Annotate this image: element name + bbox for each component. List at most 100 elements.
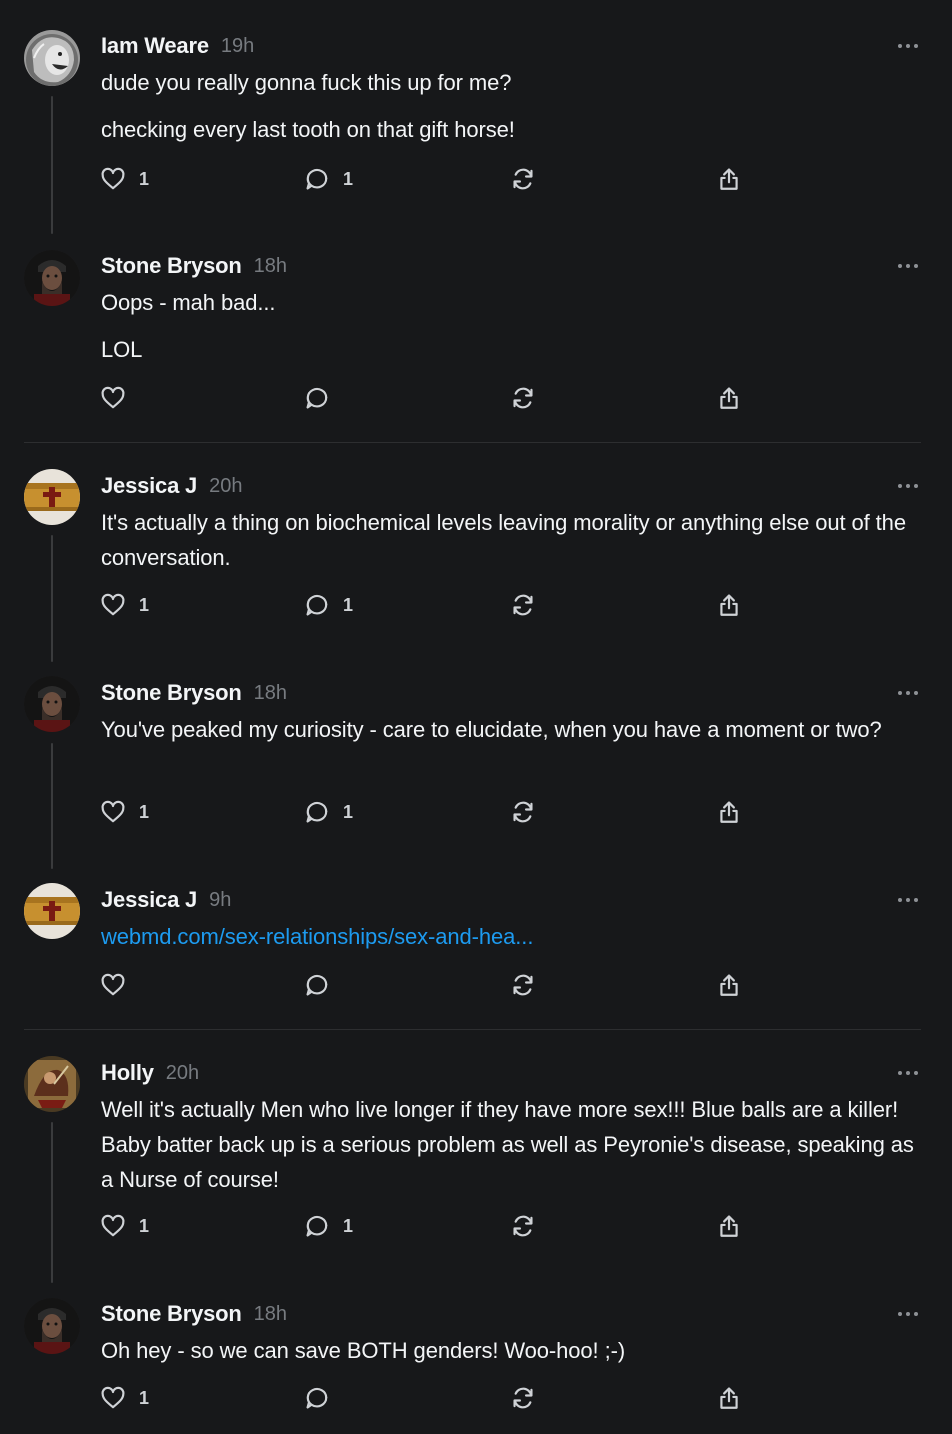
post-actions: 1 1 bbox=[100, 165, 760, 193]
avatar[interactable] bbox=[24, 676, 80, 732]
repost-button[interactable] bbox=[510, 971, 536, 999]
reply-button[interactable]: 1 bbox=[304, 1212, 353, 1240]
heart-icon bbox=[100, 592, 126, 618]
reply-button[interactable]: 1 bbox=[304, 165, 353, 193]
share-button[interactable] bbox=[716, 1212, 742, 1240]
post-time[interactable]: 18h bbox=[254, 1303, 287, 1326]
like-count: 1 bbox=[139, 168, 150, 189]
share-button[interactable] bbox=[716, 165, 742, 193]
post-actions: 1 1 bbox=[100, 1212, 760, 1240]
share-button[interactable] bbox=[716, 591, 742, 619]
thread-line bbox=[51, 743, 53, 869]
more-options-icon[interactable] bbox=[898, 1310, 918, 1318]
reply-button[interactable] bbox=[304, 1384, 330, 1412]
like-button[interactable]: 1 bbox=[100, 798, 149, 826]
comment-icon bbox=[304, 1385, 330, 1411]
like-count: 1 bbox=[139, 594, 150, 615]
like-button[interactable]: 1 bbox=[100, 591, 149, 619]
like-count: 1 bbox=[139, 801, 150, 822]
like-button[interactable]: 1 bbox=[100, 1212, 149, 1240]
post-text: You've peaked my curiosity - care to elu… bbox=[101, 717, 882, 742]
reply-button[interactable]: 1 bbox=[304, 798, 353, 826]
author-name[interactable]: Holly bbox=[101, 1060, 154, 1086]
share-button[interactable] bbox=[716, 971, 742, 999]
author-name[interactable]: Iam Weare bbox=[101, 33, 209, 59]
reply-count: 1 bbox=[343, 594, 354, 615]
avatar[interactable] bbox=[24, 469, 80, 525]
heart-icon bbox=[100, 1213, 126, 1239]
avatar[interactable] bbox=[24, 250, 80, 306]
more-options-icon[interactable] bbox=[898, 689, 918, 697]
share-button[interactable] bbox=[716, 798, 742, 826]
post-time[interactable]: 19h bbox=[221, 35, 254, 58]
like-button[interactable] bbox=[100, 384, 126, 412]
post-actions: 1 bbox=[100, 1384, 760, 1412]
comment-icon bbox=[304, 972, 330, 998]
bearded-man-avatar-icon bbox=[24, 1298, 80, 1354]
like-button[interactable] bbox=[100, 971, 126, 999]
repost-button[interactable] bbox=[510, 591, 536, 619]
avatar[interactable] bbox=[24, 1056, 80, 1112]
post-time[interactable]: 20h bbox=[166, 1062, 199, 1085]
heart-icon bbox=[100, 385, 126, 411]
repost-icon bbox=[510, 1213, 536, 1239]
post-paragraph: checking every last tooth on that gift h… bbox=[101, 117, 515, 142]
like-button[interactable]: 1 bbox=[100, 165, 149, 193]
reply-count: 1 bbox=[343, 801, 354, 822]
share-icon bbox=[716, 1213, 742, 1239]
reply-button[interactable] bbox=[304, 384, 330, 412]
more-options-icon[interactable] bbox=[898, 42, 918, 50]
more-options-icon[interactable] bbox=[898, 896, 918, 904]
post-time[interactable]: 18h bbox=[254, 682, 287, 705]
like-button[interactable]: 1 bbox=[100, 1384, 149, 1412]
more-options-icon[interactable] bbox=[898, 262, 918, 270]
share-icon bbox=[716, 385, 742, 411]
avatar[interactable] bbox=[24, 883, 80, 939]
share-icon bbox=[716, 592, 742, 618]
repost-icon bbox=[510, 1385, 536, 1411]
repost-icon bbox=[510, 799, 536, 825]
avatar[interactable] bbox=[24, 1298, 80, 1354]
heart-icon bbox=[100, 972, 126, 998]
reply-button[interactable] bbox=[304, 971, 330, 999]
share-button[interactable] bbox=[716, 1384, 742, 1412]
post-time[interactable]: 9h bbox=[209, 889, 231, 912]
more-options-icon[interactable] bbox=[898, 482, 918, 490]
like-count: 1 bbox=[139, 1215, 150, 1236]
repost-button[interactable] bbox=[510, 1212, 536, 1240]
heart-icon bbox=[100, 166, 126, 192]
post-paragraph: LOL bbox=[101, 337, 143, 362]
comment-icon bbox=[304, 592, 330, 618]
repost-icon bbox=[510, 592, 536, 618]
divider bbox=[24, 1029, 921, 1030]
painting-avatar-icon bbox=[24, 1056, 80, 1112]
reply-button[interactable]: 1 bbox=[304, 591, 353, 619]
repost-button[interactable] bbox=[510, 1384, 536, 1412]
like-count: 1 bbox=[139, 1387, 150, 1408]
post-paragraph: dude you really gonna fuck this up for m… bbox=[101, 70, 512, 95]
thread-line bbox=[51, 96, 53, 234]
repost-button[interactable] bbox=[510, 384, 536, 412]
thread-line bbox=[51, 1122, 53, 1283]
author-name[interactable]: Stone Bryson bbox=[101, 680, 242, 706]
repost-button[interactable] bbox=[510, 798, 536, 826]
author-name[interactable]: Stone Bryson bbox=[101, 253, 242, 279]
share-icon bbox=[716, 166, 742, 192]
more-options-icon[interactable] bbox=[898, 1069, 918, 1077]
author-name[interactable]: Jessica J bbox=[101, 887, 197, 913]
share-icon bbox=[716, 1385, 742, 1411]
repost-icon bbox=[510, 385, 536, 411]
post-link[interactable]: webmd.com/sex-relationships/sex-and-hea.… bbox=[101, 924, 533, 949]
post-time[interactable]: 20h bbox=[209, 475, 242, 498]
post-time[interactable]: 18h bbox=[254, 255, 287, 278]
author-name[interactable]: Stone Bryson bbox=[101, 1301, 242, 1327]
cross-book-avatar-icon bbox=[24, 883, 80, 939]
comment-icon bbox=[304, 166, 330, 192]
avatar[interactable] bbox=[24, 30, 80, 86]
author-name[interactable]: Jessica J bbox=[101, 473, 197, 499]
bearded-man-avatar-icon bbox=[24, 250, 80, 306]
repost-button[interactable] bbox=[510, 165, 536, 193]
heart-icon bbox=[100, 1385, 126, 1411]
cross-book-avatar-icon bbox=[24, 469, 80, 525]
share-button[interactable] bbox=[716, 384, 742, 412]
